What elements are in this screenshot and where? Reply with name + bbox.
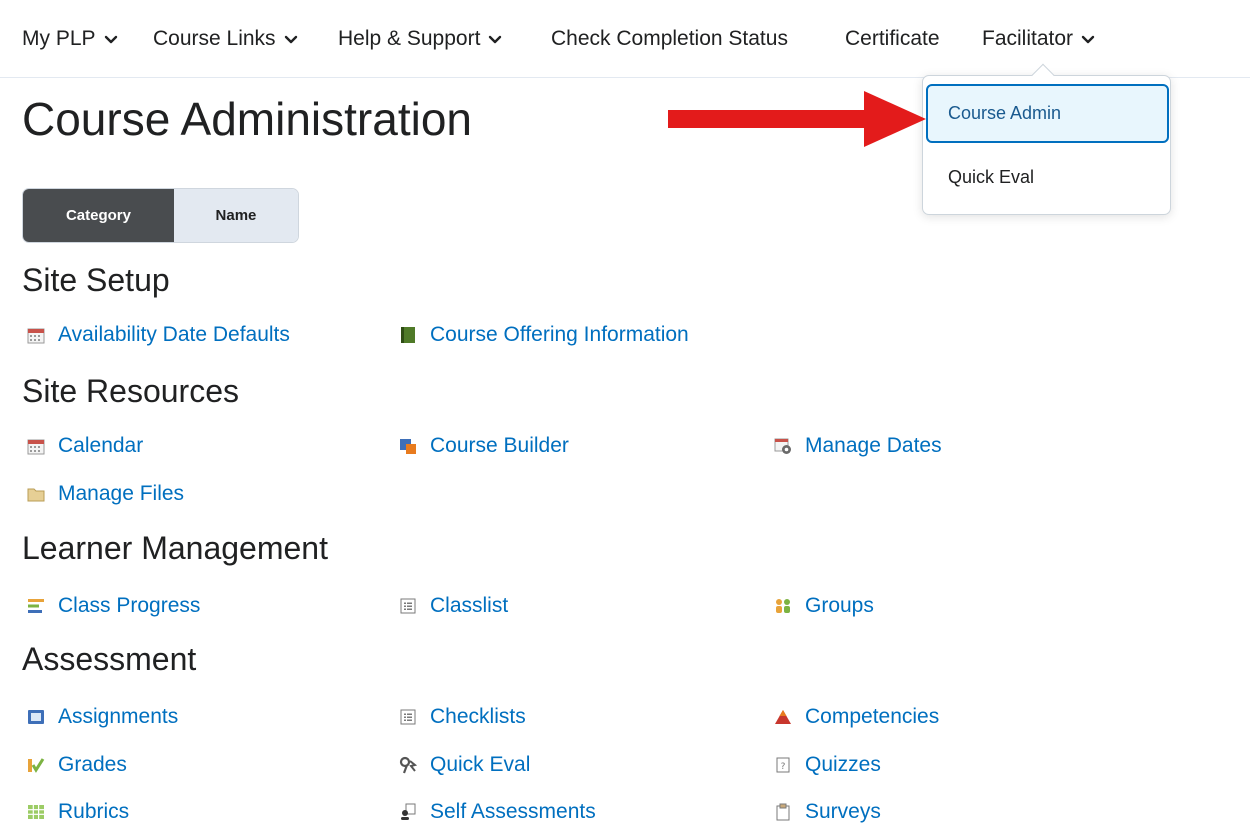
link-availability-date-defaults[interactable]: Availability Date Defaults (26, 323, 290, 347)
calendar-icon (26, 436, 46, 456)
view-toggle: Category Name (22, 188, 299, 243)
link-label: Grades (58, 753, 127, 776)
nav-label: Course Links (153, 27, 276, 50)
grades-icon (26, 755, 46, 775)
folder-icon (26, 484, 46, 504)
course-builder-icon (398, 436, 418, 456)
groups-icon (773, 596, 793, 616)
competencies-icon (773, 707, 793, 727)
quick-eval-icon (398, 755, 418, 775)
chevron-down-icon (1081, 32, 1095, 46)
section-heading-assessment: Assessment (22, 641, 197, 677)
quiz-icon: ? (773, 755, 793, 775)
link-classlist[interactable]: Classlist (398, 594, 508, 618)
section-heading-learner-management: Learner Management (22, 530, 328, 566)
nav-facilitator[interactable]: Facilitator (982, 27, 1095, 51)
link-groups[interactable]: Groups (773, 594, 874, 618)
red-arrow-annotation (668, 91, 926, 147)
link-course-builder[interactable]: Course Builder (398, 434, 569, 458)
link-label: Class Progress (58, 594, 201, 617)
book-icon (398, 325, 418, 345)
link-label: Quizzes (805, 753, 881, 776)
link-label: Competencies (805, 705, 940, 728)
facilitator-dropdown-menu: Course Admin Quick Eval (922, 63, 1171, 215)
link-label: Course Offering Information (430, 323, 689, 346)
nav-label: Certificate (845, 27, 940, 50)
assignment-icon (26, 707, 46, 727)
link-label: Classlist (430, 594, 509, 617)
page-title: Course Administration (22, 93, 472, 145)
link-assignments[interactable]: Assignments (26, 705, 178, 729)
link-manage-dates[interactable]: Manage Dates (773, 434, 942, 458)
toggle-name-button[interactable]: Name (173, 189, 298, 242)
nav-label: My PLP (22, 27, 96, 50)
calendar-icon (26, 325, 46, 345)
link-label: Checklists (430, 705, 526, 728)
link-checklists[interactable]: Checklists (398, 705, 526, 729)
section-heading-site-resources: Site Resources (22, 373, 239, 409)
link-label: Course Builder (430, 434, 569, 457)
nav-label: Check Completion Status (551, 27, 788, 50)
manage-dates-icon (773, 436, 793, 456)
link-course-offering-information[interactable]: Course Offering Information (398, 323, 689, 347)
nav-my-plp[interactable]: My PLP (22, 27, 118, 51)
list-icon (398, 596, 418, 616)
nav-help-support[interactable]: Help & Support (338, 27, 502, 51)
link-label: Self Assessments (430, 800, 596, 823)
link-surveys[interactable]: Surveys (773, 800, 881, 824)
nav-label: Facilitator (982, 27, 1074, 50)
nav-check-completion-status[interactable]: Check Completion Status (551, 27, 788, 51)
link-label: Surveys (805, 800, 881, 823)
chevron-down-icon (284, 32, 298, 46)
svg-text:?: ? (781, 762, 786, 772)
link-manage-files[interactable]: Manage Files (26, 482, 184, 506)
link-competencies[interactable]: Competencies (773, 705, 939, 729)
list-icon (398, 707, 418, 727)
link-self-assessments[interactable]: Self Assessments (398, 800, 596, 824)
link-calendar[interactable]: Calendar (26, 434, 143, 458)
link-label: Manage Files (58, 482, 185, 505)
link-class-progress[interactable]: Class Progress (26, 594, 200, 618)
link-label: Rubrics (58, 800, 130, 823)
nav-certificate[interactable]: Certificate (845, 27, 940, 51)
link-rubrics[interactable]: Rubrics (26, 800, 129, 824)
section-heading-site-setup: Site Setup (22, 262, 170, 298)
link-label: Manage Dates (805, 434, 942, 457)
toggle-category-button[interactable]: Category (23, 189, 174, 242)
link-label: Assignments (58, 705, 179, 728)
link-grades[interactable]: Grades (26, 753, 127, 777)
survey-icon (773, 802, 793, 822)
class-progress-icon (26, 596, 46, 616)
self-assessment-icon (398, 802, 418, 822)
chevron-down-icon (104, 32, 118, 46)
link-quick-eval[interactable]: Quick Eval (398, 753, 530, 777)
menu-item-course-admin[interactable]: Course Admin (926, 84, 1169, 143)
link-label: Calendar (58, 434, 144, 457)
link-label: Availability Date Defaults (58, 323, 290, 346)
top-navigation: My PLP Course Links Help & Support Check… (0, 0, 1250, 78)
chevron-down-icon (488, 32, 502, 46)
nav-label: Help & Support (338, 27, 481, 50)
rubrics-icon (26, 802, 46, 822)
link-label: Groups (805, 594, 874, 617)
menu-item-quick-eval[interactable]: Quick Eval (926, 148, 1169, 207)
link-label: Quick Eval (430, 753, 531, 776)
link-quizzes[interactable]: ? Quizzes (773, 753, 881, 777)
nav-course-links[interactable]: Course Links (153, 27, 298, 51)
